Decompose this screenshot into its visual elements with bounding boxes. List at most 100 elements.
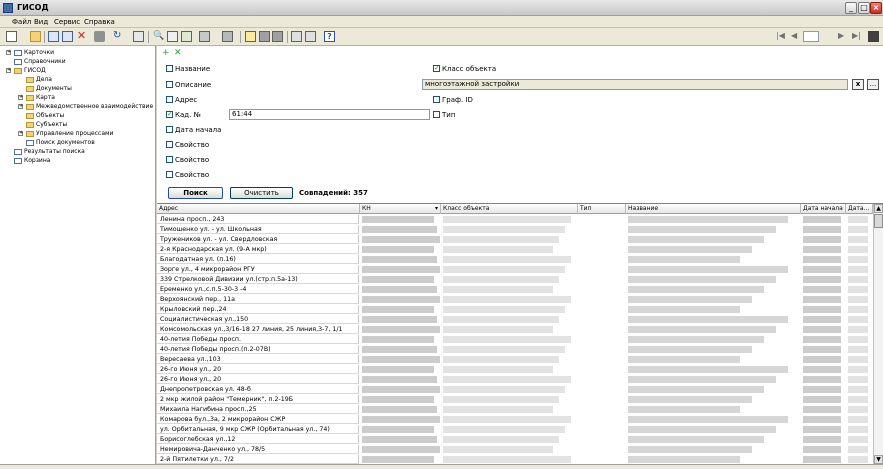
search-button[interactable]: Поиск <box>168 187 223 199</box>
tree-item[interactable]: Поиск документов <box>26 138 95 147</box>
filter-option[interactable]: ✓ Кад. № <box>166 110 201 120</box>
scroll-up-icon[interactable]: ▲ <box>874 204 883 213</box>
table-row[interactable]: Верхоянский пер., 11а <box>157 295 873 304</box>
table-row[interactable]: Комарова бул.,3а, 2 микрорайон СЖР <box>157 415 873 424</box>
export-icon[interactable] <box>133 31 144 42</box>
maximize-button[interactable]: □ <box>858 2 870 14</box>
column-type[interactable]: Тип <box>578 204 626 214</box>
paste-icon[interactable] <box>62 31 73 42</box>
table-row[interactable]: 2 мкр жилой район "Темерник", п.2-19Б <box>157 395 873 404</box>
table-row[interactable]: 2-я Краснодарская ул. (9-А мкр) <box>157 245 873 254</box>
expand-icon[interactable]: + <box>18 104 23 109</box>
help-icon[interactable]: ? <box>324 31 335 42</box>
table-row[interactable]: Вересаева ул.,103 <box>157 355 873 364</box>
filter-checkbox[interactable] <box>166 170 173 178</box>
table-row[interactable]: Социалистическая ул.,150 <box>157 315 873 324</box>
tree-item[interactable]: Результаты поиска <box>14 147 85 156</box>
grid-scrollbar[interactable]: ▲ ▼ <box>873 204 883 464</box>
filter-icon[interactable] <box>167 31 178 42</box>
filter-option[interactable]: Название <box>166 64 210 74</box>
add-filter-icon[interactable]: + <box>162 49 170 58</box>
table-row[interactable]: Еременко ул.,с.п.5-30-3 -4 <box>157 285 873 294</box>
menu-service[interactable]: Сервис <box>54 18 80 26</box>
filter-checkbox[interactable] <box>433 110 440 118</box>
map-icon[interactable] <box>181 31 192 42</box>
columns-icon[interactable] <box>291 31 302 42</box>
tree-item[interactable]: Карточки <box>14 48 54 57</box>
clear-button[interactable]: Очистить <box>230 187 293 199</box>
view-table-icon[interactable] <box>272 31 283 42</box>
tree-item[interactable]: ГИСОД <box>14 66 46 75</box>
filter-checkbox[interactable] <box>166 64 173 72</box>
table-row[interactable]: Днепропетровская ул. 48-б <box>157 385 873 394</box>
filter-checkbox[interactable]: ✓ <box>433 64 440 72</box>
filter-option[interactable]: Свойство <box>166 170 209 180</box>
filter-option[interactable]: ✓ Класс объекта <box>433 64 496 74</box>
choose-class-button[interactable]: ... <box>867 79 879 90</box>
tree-item[interactable]: Объекты <box>26 111 64 120</box>
filter-option[interactable]: Граф. ID <box>433 95 473 105</box>
table-row[interactable]: Ленина просп., 243 <box>157 215 873 224</box>
table-row[interactable]: Немировича-Данченко ул., 78/5 <box>157 445 873 454</box>
view-list-icon[interactable] <box>259 31 270 42</box>
tree-item[interactable]: Субъекты <box>26 120 67 129</box>
column-name[interactable]: Название <box>626 204 801 214</box>
scroll-down-icon[interactable]: ▼ <box>874 455 883 464</box>
table-row[interactable]: Зорге ул., 4 микрорайон РГУ <box>157 265 873 274</box>
minimize-button[interactable]: _ <box>845 2 857 14</box>
menu-help[interactable]: Справка <box>84 18 115 26</box>
expand-icon[interactable]: + <box>6 50 11 55</box>
object-class-field[interactable]: многоэтажной застройки <box>422 79 848 90</box>
copy-icon[interactable] <box>48 31 59 42</box>
table-row[interactable]: Михаила Нагибина просп.,25 <box>157 405 873 414</box>
filter-checkbox[interactable] <box>166 95 173 103</box>
first-page-icon[interactable]: |◀ <box>776 31 787 42</box>
delete-icon[interactable]: ✕ <box>76 30 87 42</box>
tree-item[interactable]: Дела <box>26 75 52 84</box>
column-date-more[interactable]: Дата... <box>846 204 873 214</box>
table-row[interactable]: Благодатная ул. (п.16) <box>157 255 873 264</box>
stop-icon[interactable] <box>868 31 879 42</box>
view-card-icon[interactable] <box>245 31 256 42</box>
filter-checkbox[interactable] <box>166 125 173 133</box>
tree-item[interactable]: Межведомственное взаимодействие <box>26 102 153 111</box>
close-button[interactable]: × <box>870 2 882 14</box>
grid-icon[interactable] <box>305 31 316 42</box>
search-icon[interactable]: 🔍 <box>153 31 164 42</box>
table-row[interactable]: 40-летия Победы просп. <box>157 335 873 344</box>
table-row[interactable]: Комсомольская ул.,3/16-18 27 линия, 25 л… <box>157 325 873 334</box>
column-cadastral[interactable]: КН ▾ <box>360 204 441 214</box>
filter-option[interactable]: Свойство <box>166 155 209 165</box>
next-page-icon[interactable]: ▶ <box>838 31 849 42</box>
filter-checkbox[interactable] <box>166 80 173 88</box>
filter-checkbox[interactable] <box>166 155 173 163</box>
column-start-date[interactable]: Дата начала <box>801 204 846 214</box>
table-row[interactable]: 26-го Июня ул., 20 <box>157 365 873 374</box>
menu-view[interactable]: Вид <box>34 18 48 26</box>
filter-option[interactable]: Адрес <box>166 95 197 105</box>
filter-checkbox[interactable]: ✓ <box>166 110 173 118</box>
tree-item[interactable]: Управление процессами <box>26 129 113 138</box>
filter-option[interactable]: Свойство <box>166 140 209 150</box>
tree-item[interactable]: Карта <box>26 93 55 102</box>
open-folder-icon[interactable] <box>30 31 41 42</box>
page-number-input[interactable] <box>803 31 819 42</box>
column-address[interactable]: Адрес <box>157 204 360 214</box>
table-row[interactable]: Борисоглебская ул.,12 <box>157 435 873 444</box>
table-row[interactable]: Тимошенко ул. - ул. Школьная <box>157 225 873 234</box>
cadastral-number-field[interactable]: 61:44 <box>229 109 430 120</box>
scroll-thumb[interactable] <box>874 214 883 228</box>
filter-option[interactable]: Описание <box>166 80 211 90</box>
layers-icon[interactable] <box>199 31 210 42</box>
menu-file[interactable]: Файл <box>12 18 31 26</box>
table-row[interactable]: 339 Стрелковой Дивизии ул.(стр.п.5а-13) <box>157 275 873 284</box>
filter-option[interactable]: Тип <box>433 110 455 120</box>
table-row[interactable]: 2-й Пятилетки ул., 7/2 <box>157 455 873 464</box>
expand-icon[interactable]: + <box>18 131 23 136</box>
tree-item[interactable]: Документы <box>26 84 72 93</box>
new-icon[interactable] <box>6 31 17 42</box>
table-row[interactable]: Крыловский пер.,24 <box>157 305 873 314</box>
table-row[interactable]: ул. Орбитальная, 9 мкр СЖР (Орбитальная … <box>157 425 873 434</box>
column-object-class[interactable]: Класс объекта <box>441 204 578 214</box>
filter-option[interactable]: Дата начала <box>166 125 221 135</box>
